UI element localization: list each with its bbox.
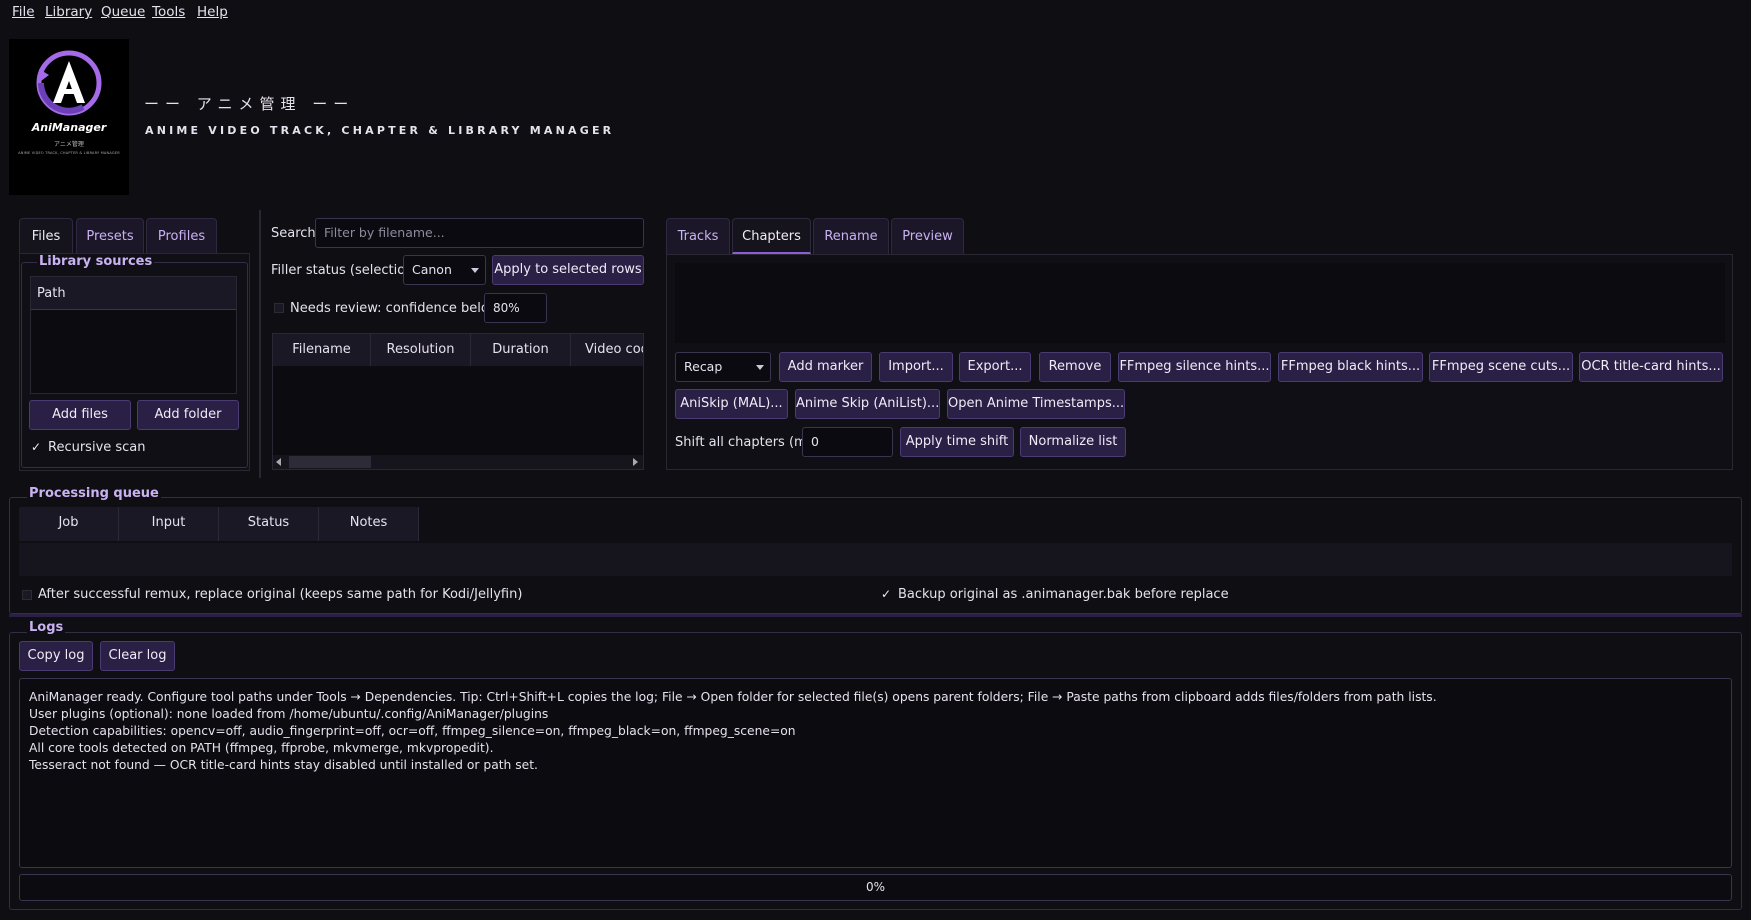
aniskip-mal-button[interactable]: AniSkip (MAL)... <box>675 389 788 419</box>
replace-original-label: After successful remux, replace original… <box>38 587 523 602</box>
needs-review-label: Needs review: confidence below <box>290 301 500 316</box>
shift-ms-input[interactable]: 0 <box>802 427 893 457</box>
log-output[interactable]: AniManager ready. Configure tool paths u… <box>19 678 1732 868</box>
tab-preview[interactable]: Preview <box>891 218 964 254</box>
log-line: All core tools detected on PATH (ffmpeg,… <box>29 741 494 755</box>
menu-help[interactable]: Help <box>197 4 228 20</box>
menu-queue[interactable]: Queue <box>101 4 145 20</box>
column-header-video-codec[interactable]: Video cod <box>571 334 643 366</box>
progress-label: 0% <box>865 880 886 894</box>
logs-title: Logs <box>27 620 66 635</box>
header-jp-title: ーー アニメ管理 ーー <box>144 95 355 113</box>
open-anime-timestamps-button[interactable]: Open Anime Timestamps... <box>947 389 1125 419</box>
menu-bar: File Library Queue Tools Help <box>0 0 1751 26</box>
tab-profiles[interactable]: Profiles <box>146 218 217 254</box>
column-header-resolution[interactable]: Resolution <box>371 334 471 366</box>
column-header-input[interactable]: Input <box>119 507 219 541</box>
apply-time-shift-button[interactable]: Apply time shift <box>900 427 1014 457</box>
library-sources-title: Library sources <box>37 254 155 269</box>
tab-chapters[interactable]: Chapters <box>732 218 811 254</box>
log-line: Detection capabilities: opencv=off, audi… <box>29 724 796 738</box>
filler-status-select[interactable]: Canon <box>403 255 486 285</box>
progress-bar: 0% <box>19 874 1732 901</box>
chevron-down-icon <box>756 365 764 370</box>
column-header-path[interactable]: Path <box>31 277 236 310</box>
tab-files[interactable]: Files <box>19 218 73 254</box>
confidence-threshold-input[interactable]: 80% <box>484 293 547 323</box>
tab-tracks[interactable]: Tracks <box>666 218 730 254</box>
column-header-job[interactable]: Job <box>19 507 119 541</box>
chapters-list[interactable] <box>675 263 1725 343</box>
column-header-notes[interactable]: Notes <box>319 507 419 541</box>
ffmpeg-scene-cuts-button[interactable]: FFmpeg scene cuts... <box>1429 352 1573 382</box>
normalize-list-button[interactable]: Normalize list <box>1020 427 1126 457</box>
clear-log-button[interactable]: Clear log <box>100 641 175 671</box>
splitter[interactable] <box>259 210 261 478</box>
add-marker-button[interactable]: Add marker <box>779 352 872 382</box>
marker-type-select[interactable]: Recap <box>675 352 771 382</box>
shift-chapters-label: Shift all chapters (ms) <box>675 435 819 450</box>
log-line: User plugins (optional): none loaded fro… <box>29 707 549 721</box>
recursive-scan-checkbox[interactable]: ✓ <box>31 440 41 454</box>
queue-empty-row <box>19 543 1732 576</box>
needs-review-checkbox[interactable] <box>274 303 284 313</box>
anime-skip-anilist-button[interactable]: Anime Skip (AniList)... <box>795 389 940 419</box>
queue-logs-splitter[interactable] <box>9 614 1742 617</box>
add-files-button[interactable]: Add files <box>29 400 131 430</box>
apply-selected-rows-button[interactable]: Apply to selected rows <box>492 255 644 285</box>
tab-presets[interactable]: Presets <box>76 218 144 254</box>
copy-log-button[interactable]: Copy log <box>19 641 93 671</box>
menu-library[interactable]: Library <box>45 4 92 20</box>
backup-original-label: Backup original as .animanager.bak befor… <box>898 587 1229 602</box>
column-header-filename[interactable]: Filename <box>273 334 371 366</box>
ocr-title-card-hints-button[interactable]: OCR title-card hints... <box>1579 352 1723 382</box>
scroll-left-icon[interactable] <box>276 458 281 466</box>
add-folder-button[interactable]: Add folder <box>137 400 239 430</box>
app-logo: AniManager アニメ管理 ANIME VIDEO TRACK, CHAP… <box>9 39 129 195</box>
logo-subtitle: ANIME VIDEO TRACK, CHAPTER & LIBRARY MAN… <box>18 151 120 155</box>
remove-button[interactable]: Remove <box>1039 352 1111 382</box>
backup-original-checkbox[interactable]: ✓ <box>881 587 891 601</box>
log-line: Tesseract not found — OCR title-card hin… <box>29 758 538 772</box>
scrollbar-thumb[interactable] <box>289 456 371 468</box>
column-header-status[interactable]: Status <box>219 507 319 541</box>
column-header-duration[interactable]: Duration <box>471 334 571 366</box>
logo-name: AniManager <box>31 121 107 134</box>
tab-rename[interactable]: Rename <box>813 218 889 254</box>
ffmpeg-black-hints-button[interactable]: FFmpeg black hints... <box>1278 352 1423 382</box>
scroll-right-icon[interactable] <box>633 458 638 466</box>
horizontal-scrollbar[interactable] <box>273 455 643 469</box>
header-en-title: ANIME VIDEO TRACK, CHAPTER & LIBRARY MAN… <box>145 124 615 137</box>
files-table[interactable]: Filename Resolution Duration Video cod <box>272 333 644 470</box>
queue-table[interactable]: Job Input Status Notes <box>19 507 1732 576</box>
search-input[interactable]: Filter by filename... <box>315 218 644 248</box>
menu-tools[interactable]: Tools <box>152 4 185 20</box>
import-button[interactable]: Import... <box>879 352 953 382</box>
search-label: Search <box>271 226 316 241</box>
filler-status-label: Filler status (selection) <box>271 263 419 278</box>
ffmpeg-silence-hints-button[interactable]: FFmpeg silence hints... <box>1118 352 1271 382</box>
export-button[interactable]: Export... <box>959 352 1031 382</box>
recursive-scan-label: Recursive scan <box>48 440 146 455</box>
logo-jp: アニメ管理 <box>54 141 84 148</box>
chevron-down-icon <box>471 268 479 273</box>
menu-file[interactable]: File <box>12 4 35 20</box>
anime-a-logo-icon <box>36 50 102 116</box>
library-sources-list[interactable]: Path <box>30 276 237 394</box>
log-line: AniManager ready. Configure tool paths u… <box>29 690 1437 704</box>
replace-original-checkbox[interactable] <box>22 590 32 600</box>
processing-queue-title: Processing queue <box>27 486 161 501</box>
